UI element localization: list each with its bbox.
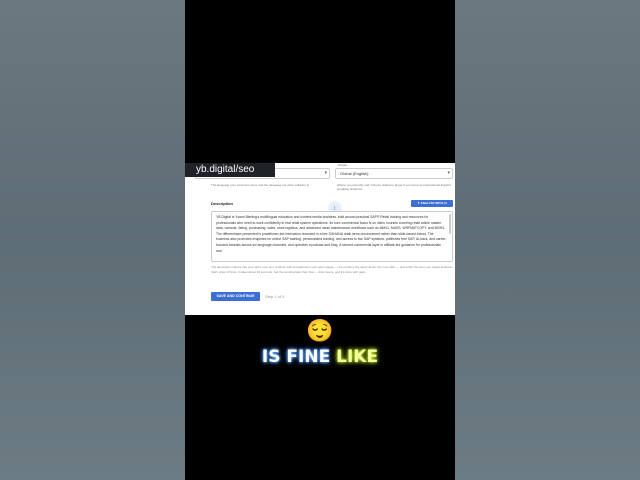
step-indicator: Step 1 of 5 (265, 294, 285, 299)
description-label: Description (211, 201, 234, 206)
description-text: YB.Digital is Yoann Bierling's multiling… (216, 215, 447, 253)
relieved-face-emoji: 😌 (306, 318, 334, 343)
language-label: Output (338, 163, 348, 167)
description-hint: The description carries into your site's… (211, 265, 453, 274)
blurred-background-right (455, 0, 640, 480)
textarea-scrollbar[interactable] (449, 214, 451, 234)
market-select-value: Global (English) (340, 171, 369, 176)
description-textarea[interactable]: YB.Digital is Yoann Bierling's multiling… (211, 211, 453, 262)
market-select[interactable]: Global (English) ▾ (335, 168, 453, 179)
blurred-background-left (0, 0, 185, 480)
caption-yellow: LIKE (336, 347, 379, 367)
market-help-text: Where you primarily sell. Choose Global … (337, 183, 452, 191)
chevron-down-icon: ▾ (324, 170, 327, 176)
screen-content: yb.digital/seo Output ▾ Global (English)… (185, 0, 455, 480)
caption-text: IS FINE LIKE (257, 345, 383, 369)
language-help-text: The language your comment must, and the … (211, 183, 310, 187)
chevron-down-icon: ▾ (447, 170, 450, 176)
analyze-with-ai-button[interactable]: ✦ ANALYZE WITH AI (411, 200, 453, 207)
save-and-continue-button[interactable]: SAVE AND CONTINUE (211, 292, 260, 301)
watermark-label: yb.digital/seo (185, 163, 275, 177)
caption-white: IS FINE (261, 347, 331, 367)
